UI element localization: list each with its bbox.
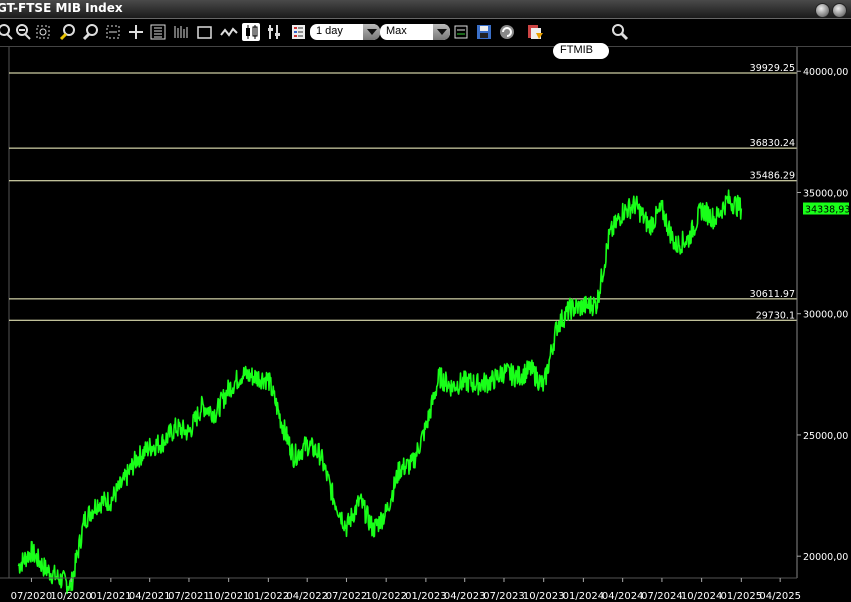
x-tick-label: 07/2020 (11, 591, 53, 602)
x-tick-label: 07/2024 (641, 591, 683, 602)
x-tick-label: 07/2021 (168, 591, 210, 602)
x-tick-label: 01/2023 (405, 591, 447, 602)
x-axis: 07/202010/202001/202104/202107/202110/20… (0, 577, 801, 602)
y-tick-label: 35000,00 (803, 188, 848, 199)
horizontal-lines: 39929.25 36830.24 35486.29 30611.97 29730.1 (8, 47, 797, 578)
price-line (17, 189, 743, 595)
x-tick-label: 10/2021 (208, 591, 250, 602)
x-tick-label: 10/2024 (681, 591, 723, 602)
x-tick-label: 04/2023 (444, 591, 486, 602)
x-tick-label: 10/2020 (50, 591, 92, 602)
last-price-label: 34338,93 (805, 205, 850, 216)
x-tick-label: 01/2021 (90, 591, 132, 602)
y-axis: 40000,00 35000,00 30000,00 25000,00 20000,00 (796, 47, 848, 578)
horizontal-line-label: 39929.25 (750, 63, 795, 74)
y-tick-label: 20000,00 (803, 552, 848, 563)
x-tick-label: 01/2022 (248, 591, 290, 602)
x-tick-label: 01/2025 (721, 591, 763, 602)
x-tick-label: 04/2021 (129, 591, 171, 602)
last-price-marker: 34338,93 (803, 202, 850, 216)
y-tick-label: 30000,00 (803, 310, 848, 321)
horizontal-line-label: 35486.29 (750, 171, 795, 182)
horizontal-line-label: 36830.24 (750, 138, 795, 149)
y-tick-label: 40000,00 (803, 67, 848, 78)
x-tick-label: 04/2025 (759, 591, 801, 602)
price-series (17, 189, 743, 595)
x-tick-label: 04/2022 (286, 591, 328, 602)
x-tick-label: 10/2022 (365, 591, 407, 602)
price-chart: 39929.2536830.2435486.2930611.9729730.1 … (0, 47, 850, 602)
x-tick-label: 07/2022 (326, 591, 368, 602)
horizontal-line-label: 29730.1 (756, 310, 795, 321)
y-tick-label: 25000,00 (803, 431, 848, 442)
x-tick-label: 10/2023 (523, 591, 565, 602)
horizontal-line-label: 30611.97 (750, 289, 795, 300)
x-tick-label: 04/2024 (602, 591, 644, 602)
x-tick-label: 01/2024 (563, 591, 605, 602)
x-tick-label: 07/2023 (483, 591, 525, 602)
